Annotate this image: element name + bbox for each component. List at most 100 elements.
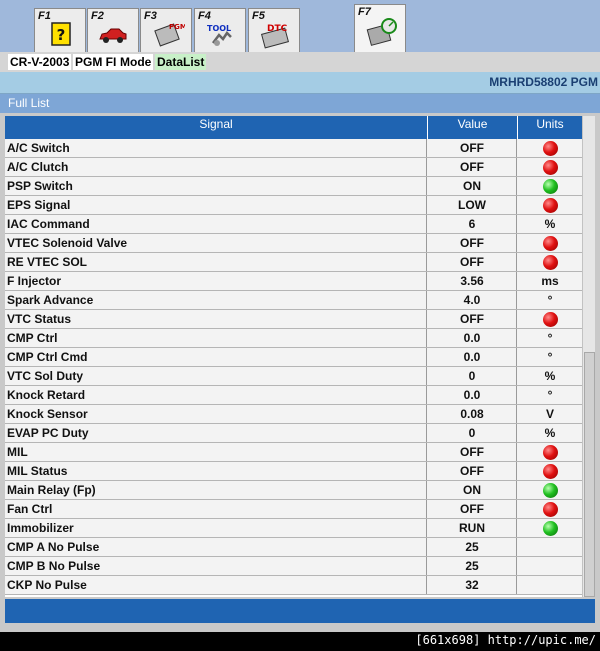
signal-cell: RE VTEC SOL [5, 253, 427, 271]
units-cell [518, 177, 582, 195]
datalist-table: Signal Value Units A/C Switch OFF A/C Clut… [5, 116, 595, 597]
table-row[interactable]: Fan Ctrl OFF [5, 500, 582, 519]
value-cell: 25 [428, 557, 517, 575]
value-cell: ON [428, 481, 517, 499]
value-cell: OFF [428, 500, 517, 518]
f1-help-button[interactable]: F1 ? [34, 8, 86, 52]
f3-pgm-button[interactable]: F3 PGM [140, 8, 192, 52]
value-cell: 32 [428, 576, 517, 594]
signal-cell: VTEC Solenoid Valve [5, 234, 427, 252]
signal-cell: F Injector [5, 272, 427, 290]
units-cell: V [518, 405, 582, 423]
table-row[interactable]: VTEC Solenoid Valve OFF [5, 234, 582, 253]
ecu-id-bar: MRHRD58802 PGM [0, 72, 600, 94]
table-row[interactable]: VTC Sol Duty 0% [5, 367, 582, 386]
status-led-green-icon [542, 521, 558, 536]
table-row[interactable]: CMP Ctrl Cmd 0.0 ° [5, 348, 582, 367]
table-row[interactable]: RE VTEC SOL OFF [5, 253, 582, 272]
signal-cell: CKP No Pulse [5, 576, 427, 594]
units-cell [518, 538, 582, 556]
f5-dtc-button[interactable]: F5 DTC [248, 8, 300, 52]
signal-cell: CMP Ctrl Cmd [5, 348, 427, 366]
signal-cell: Immobilizer [5, 519, 427, 537]
table-header: Signal Value Units [5, 116, 582, 139]
status-led-red-icon [542, 255, 558, 270]
table-row[interactable]: PSP Switch ON [5, 177, 582, 196]
table-row[interactable]: CMP B No Pulse 25 [5, 557, 582, 576]
vertical-scrollbar[interactable] [582, 116, 595, 597]
value-cell: 3.56 [428, 272, 517, 290]
value-cell: OFF [428, 253, 517, 271]
value-cell: OFF [428, 139, 517, 157]
column-header-units[interactable]: Units [518, 116, 582, 139]
table-row[interactable]: Knock Retard 0.0 ° [5, 386, 582, 405]
value-cell: OFF [428, 443, 517, 461]
signal-cell: IAC Command [5, 215, 427, 233]
value-cell: 0.08 [428, 405, 517, 423]
system-name: PGM FI [73, 54, 119, 70]
column-header-value[interactable]: Value [428, 116, 518, 139]
mode-bar: CR-V-2003 PGM FI Mode DataList [0, 52, 600, 72]
bottom-status-bar [5, 599, 595, 623]
scrollbar-thumb[interactable] [584, 352, 595, 597]
value-cell: 0 [428, 367, 517, 385]
units-cell [518, 196, 582, 214]
signal-cell: CMP B No Pulse [5, 557, 427, 575]
svg-text:?: ? [57, 26, 66, 44]
table-row[interactable]: CMP Ctrl 0.0 ° [5, 329, 582, 348]
list-title: Full List [8, 96, 50, 110]
signal-cell: Fan Ctrl [5, 500, 427, 518]
units-cell [518, 139, 582, 157]
table-row[interactable]: MIL OFF [5, 443, 582, 462]
signal-cell: MIL [5, 443, 427, 461]
table-row[interactable]: CKP No Pulse 32 [5, 576, 582, 595]
table-row[interactable]: MIL Status OFF [5, 462, 582, 481]
units-cell: ° [518, 348, 582, 366]
signal-cell: Knock Retard [5, 386, 427, 404]
table-row[interactable]: Immobilizer RUN [5, 519, 582, 538]
table-row[interactable]: Knock Sensor 0.08 V [5, 405, 582, 424]
unit-text: ° [547, 331, 553, 345]
tool-icon: TOOL [207, 24, 232, 46]
dtc-icon: DTC [260, 24, 290, 49]
column-header-signal[interactable]: Signal [5, 116, 428, 139]
status-led-red-icon [542, 312, 558, 327]
units-cell: % [518, 424, 582, 442]
unit-text: % [544, 217, 556, 231]
table-row[interactable]: IAC Command 6% [5, 215, 582, 234]
units-cell [518, 234, 582, 252]
status-led-red-icon [542, 464, 558, 479]
table-row[interactable]: Spark Advance 4.0 ° [5, 291, 582, 310]
status-led-green-icon [542, 483, 558, 498]
value-cell: OFF [428, 310, 517, 328]
status-led-red-icon [542, 502, 558, 517]
table-row[interactable]: EPS Signal LOW [5, 196, 582, 215]
value-cell: 0 [428, 424, 517, 442]
table-row[interactable]: CMP A No Pulse 25 [5, 538, 582, 557]
table-row[interactable]: A/C Switch OFF [5, 139, 582, 158]
f2-vehicle-button[interactable]: F2 [87, 8, 139, 52]
unit-text: ° [547, 350, 553, 364]
car-icon [99, 28, 127, 43]
status-led-green-icon [542, 179, 558, 194]
units-cell [518, 253, 582, 271]
table-row[interactable]: EVAP PC Duty 0% [5, 424, 582, 443]
signal-cell: Spark Advance [5, 291, 427, 309]
f2-label: F2 [91, 10, 104, 22]
value-cell: 0.0 [428, 329, 517, 347]
table-row[interactable]: VTC Status OFF [5, 310, 582, 329]
unit-text: % [544, 369, 556, 383]
table-row[interactable]: F Injector 3.56 ms [5, 272, 582, 291]
f7-datalist-button[interactable]: F7 [354, 4, 406, 52]
units-cell [518, 500, 582, 518]
table-row[interactable]: A/C Clutch OFF [5, 158, 582, 177]
f4-tool-button[interactable]: F4 TOOL [194, 8, 246, 52]
value-cell: OFF [428, 234, 517, 252]
value-cell: 0.0 [428, 386, 517, 404]
table-row[interactable]: Main Relay (Fp) ON [5, 481, 582, 500]
help-icon: ? [51, 22, 71, 46]
list-title-bar: Full List [0, 94, 600, 113]
svg-text:DTC: DTC [267, 24, 288, 34]
units-cell: % [518, 215, 582, 233]
signal-cell: VTC Status [5, 310, 427, 328]
